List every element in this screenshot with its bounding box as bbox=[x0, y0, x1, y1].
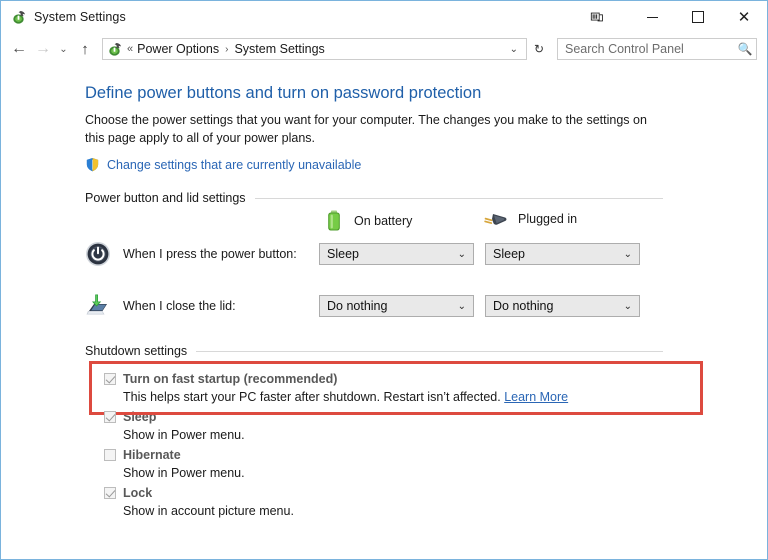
laptop-lid-icon bbox=[85, 293, 111, 319]
power-button-on-battery-dropdown[interactable]: Sleep ⌄ bbox=[319, 243, 474, 265]
shutdown-options-list: Turn on fast startup (recommended) This … bbox=[1, 369, 767, 521]
uac-change-settings-link[interactable]: Change settings that are currently unava… bbox=[107, 158, 361, 172]
main-content: Define power buttons and turn on passwor… bbox=[1, 84, 767, 521]
restore-down-to-tablet-icon[interactable] bbox=[577, 1, 617, 33]
system-settings-window: System Settings ✕ ← → ⌄ ↑ « Power Option… bbox=[0, 0, 768, 560]
page-title: Define power buttons and turn on passwor… bbox=[85, 84, 482, 102]
caption-buttons: ✕ bbox=[577, 1, 767, 33]
checkbox-sleep[interactable] bbox=[104, 410, 116, 423]
close-lid-on-battery-dropdown[interactable]: Do nothing ⌄ bbox=[319, 295, 474, 317]
refresh-icon[interactable]: ↻ bbox=[527, 38, 551, 60]
window-title: System Settings bbox=[34, 10, 126, 24]
checkbox-label-lock: Lock bbox=[123, 485, 153, 500]
breadcrumb-item-power-options[interactable]: Power Options bbox=[137, 42, 219, 56]
uac-change-settings-link-row[interactable]: Change settings that are currently unava… bbox=[85, 157, 767, 172]
column-headers: On battery Plugged in bbox=[85, 205, 663, 239]
back-arrow-icon[interactable]: ← bbox=[7, 37, 31, 61]
shutdown-section-label: Shutdown settings bbox=[85, 344, 188, 358]
checkbox-row-sleep[interactable]: Sleep bbox=[104, 407, 767, 426]
power-button-plugged-in-dropdown[interactable]: Sleep ⌄ bbox=[485, 243, 640, 265]
checkbox-row-hibernate[interactable]: Hibernate bbox=[104, 445, 767, 464]
setting-row-close-lid: When I close the lid: Do nothing ⌄ Do no… bbox=[85, 289, 685, 323]
power-button-plugged-in-value: Sleep bbox=[493, 247, 525, 261]
close-lid-on-battery-value: Do nothing bbox=[327, 299, 388, 313]
breadcrumb-power-options-icon bbox=[107, 41, 123, 57]
power-button-on-battery-value: Sleep bbox=[327, 247, 359, 261]
description-hibernate: Show in Power menu. bbox=[123, 466, 245, 480]
title-bar: System Settings ✕ bbox=[1, 1, 767, 33]
recent-locations-chevron-down-icon[interactable]: ⌄ bbox=[55, 37, 72, 61]
minimize-button[interactable] bbox=[629, 1, 675, 33]
close-lid-plugged-in-dropdown[interactable]: Do nothing ⌄ bbox=[485, 295, 640, 317]
chevron-down-icon: ⌄ bbox=[457, 300, 466, 312]
checkbox-label-sleep: Sleep bbox=[123, 409, 157, 424]
search-input[interactable] bbox=[558, 42, 734, 56]
column-header-on-battery: On battery bbox=[324, 209, 412, 233]
checkbox-label-fast-startup: Turn on fast startup (recommended) bbox=[123, 371, 338, 386]
checkbox-fast-startup[interactable] bbox=[104, 372, 116, 385]
power-plug-icon bbox=[482, 209, 508, 229]
checkbox-row-fast-startup[interactable]: Turn on fast startup (recommended) bbox=[104, 369, 767, 388]
chevron-down-icon: ⌄ bbox=[623, 248, 632, 260]
learn-more-link[interactable]: Learn More bbox=[504, 390, 568, 404]
search-icon[interactable]: 🔍 bbox=[734, 42, 756, 56]
page-description: Choose the power settings that you want … bbox=[85, 113, 647, 145]
checkbox-label-hibernate: Hibernate bbox=[123, 447, 181, 462]
column-header-plugged-in-label: Plugged in bbox=[518, 212, 578, 226]
power-section-label: Power button and lid settings bbox=[85, 191, 246, 205]
shutdown-section-header: Shutdown settings bbox=[85, 344, 663, 358]
checkbox-hibernate[interactable] bbox=[104, 448, 116, 461]
chevron-down-icon: ⌄ bbox=[457, 248, 466, 260]
power-section-header: Power button and lid settings bbox=[85, 191, 663, 205]
close-button[interactable]: ✕ bbox=[721, 1, 767, 33]
breadcrumb-separator[interactable]: › bbox=[225, 44, 228, 55]
description-fast-startup: This helps start your PC faster after sh… bbox=[123, 388, 767, 407]
power-button-icon bbox=[85, 241, 111, 267]
column-header-on-battery-label: On battery bbox=[354, 214, 413, 228]
breadcrumb[interactable]: « Power Options › System Settings ⌄ bbox=[102, 38, 527, 60]
checkbox-lock[interactable] bbox=[104, 486, 116, 499]
up-arrow-icon[interactable]: ↑ bbox=[72, 37, 98, 61]
section-divider bbox=[196, 350, 663, 352]
breadcrumb-item-system-settings[interactable]: System Settings bbox=[234, 42, 324, 56]
breadcrumb-root-chevrons[interactable]: « bbox=[127, 43, 133, 55]
setting-label-power-button: When I press the power button: bbox=[123, 247, 297, 261]
description-fast-startup-text: This helps start your PC faster after sh… bbox=[123, 390, 501, 404]
chevron-down-icon: ⌄ bbox=[623, 300, 632, 312]
checkbox-row-lock[interactable]: Lock bbox=[104, 483, 767, 502]
breadcrumb-chevron-down-icon[interactable]: ⌄ bbox=[502, 44, 526, 55]
description-sleep: Show in Power menu. bbox=[123, 428, 245, 442]
section-divider bbox=[254, 197, 663, 199]
address-bar: ← → ⌄ ↑ « Power Options › System Setting… bbox=[1, 33, 767, 65]
forward-arrow-icon: → bbox=[35, 40, 51, 57]
maximize-button[interactable] bbox=[675, 1, 721, 33]
column-header-plugged-in: Plugged in bbox=[482, 209, 577, 229]
close-lid-plugged-in-value: Do nothing bbox=[493, 299, 554, 313]
power-options-icon bbox=[11, 9, 27, 25]
shield-icon bbox=[85, 157, 100, 172]
description-lock: Show in account picture menu. bbox=[123, 504, 294, 518]
search-box[interactable]: 🔍 bbox=[557, 38, 757, 60]
setting-label-close-lid: When I close the lid: bbox=[123, 299, 236, 313]
setting-row-power-button: When I press the power button: Sleep ⌄ S… bbox=[85, 237, 685, 271]
battery-icon bbox=[324, 209, 344, 233]
